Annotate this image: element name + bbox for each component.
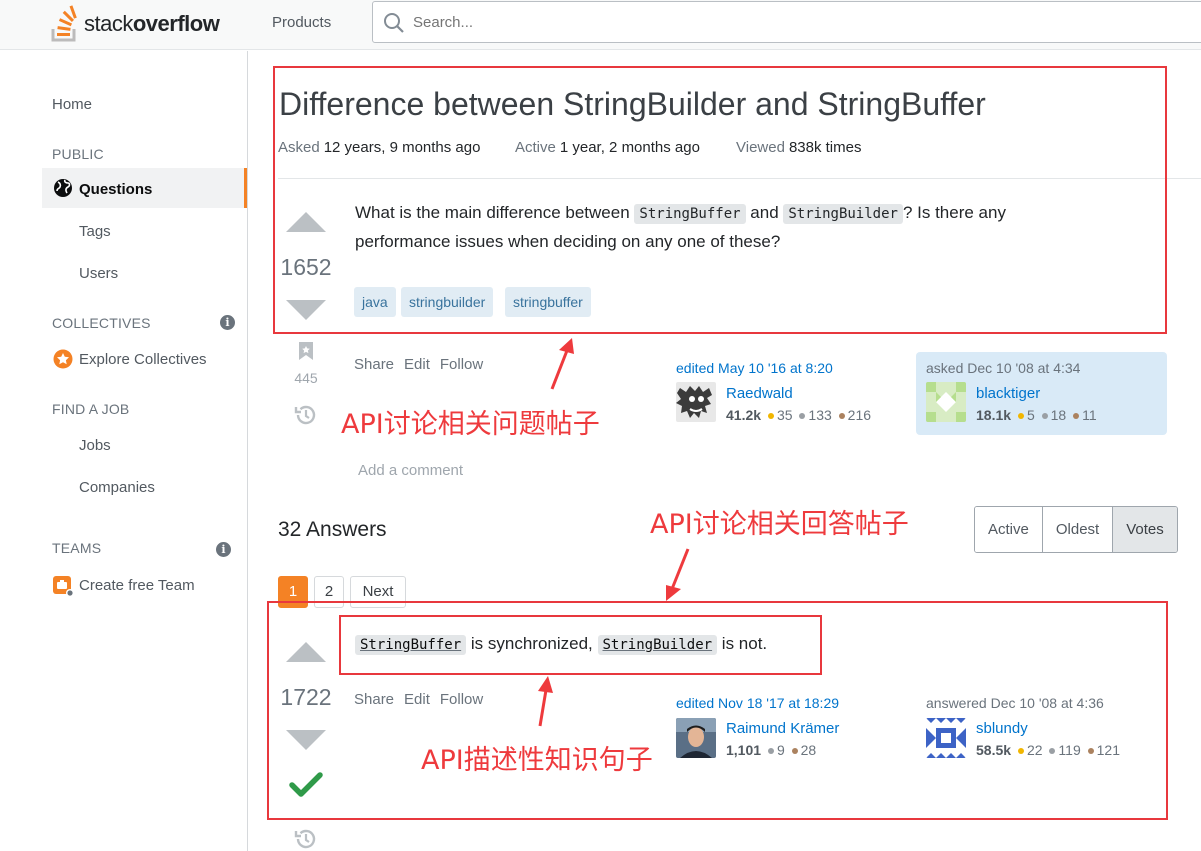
answer-post-annotation-label: API讨论相关回答帖子	[650, 509, 909, 540]
sidebar-item-explore-collectives[interactable]: Explore Collectives	[79, 351, 207, 368]
sidebar-item-companies[interactable]: Companies	[79, 479, 155, 496]
question-post-menu: Share Edit Follow	[354, 356, 493, 373]
blacktiger-reputation: 18.1k 5 18 11	[976, 407, 1097, 423]
teams-info-icon[interactable]: i	[216, 542, 231, 557]
answers-count-heading: 32 Answers	[278, 518, 387, 541]
question-asked-time: asked Dec 10 '08 at 4:34	[926, 360, 1081, 376]
collectives-info-icon[interactable]: i	[220, 315, 235, 330]
raedwald-reputation: 41.2k 35 133 216	[726, 407, 872, 423]
knowledge-sentence-annotation-label: API描述性知识句子	[421, 745, 653, 776]
blacktiger-avatar[interactable]	[926, 382, 966, 422]
answer-sort-group: Active Oldest Votes	[974, 506, 1178, 553]
gold-badge-icon	[1017, 412, 1024, 419]
answer-annotation-arrow	[666, 548, 690, 601]
sidebar-heading-public: PUBLIC	[52, 146, 104, 162]
globe-icon	[54, 179, 72, 197]
sidebar-item-home[interactable]: Home	[52, 96, 92, 113]
search-input[interactable]	[413, 14, 1113, 31]
stackoverflow-logo-icon	[51, 5, 77, 42]
sentence-annotation-arrow	[538, 676, 553, 727]
raedwald-user-link[interactable]: Raedwald	[726, 385, 793, 402]
answer-history-icon[interactable]	[294, 827, 318, 851]
bronze-badge-icon	[838, 412, 845, 419]
bookmark-icon[interactable]	[298, 341, 314, 361]
collectives-star-icon	[53, 349, 73, 369]
sidebar-item-users[interactable]: Users	[79, 265, 118, 282]
bookmark-count: 445	[294, 370, 318, 386]
search-box[interactable]	[372, 1, 1201, 43]
blacktiger-user-link[interactable]: blacktiger	[976, 385, 1040, 402]
knowledge-sentence-annotation-box	[339, 615, 822, 675]
products-menu[interactable]: Products	[262, 14, 341, 31]
history-icon[interactable]	[294, 403, 318, 427]
sidebar-heading-teams: TEAMS	[52, 540, 102, 556]
sidebar-item-questions-label[interactable]: Questions	[79, 181, 152, 198]
sidebar-heading-collectives: COLLECTIVES	[52, 315, 151, 331]
stackoverflow-logo[interactable]: stackoverflow	[50, 4, 220, 44]
sidebar-heading-find-job: FIND A JOB	[52, 401, 130, 417]
team-briefcase-icon	[53, 576, 74, 597]
search-icon	[384, 13, 404, 33]
sort-oldest-button[interactable]: Oldest	[1042, 507, 1114, 552]
sidebar-item-tags[interactable]: Tags	[79, 223, 111, 240]
left-sidebar: Home PUBLIC Questions Tags Users COLLECT…	[0, 51, 248, 851]
share-link[interactable]: Share	[354, 356, 394, 373]
sidebar-item-jobs[interactable]: Jobs	[79, 437, 111, 454]
question-edited-link[interactable]: edited May 10 '16 at 8:20	[676, 360, 833, 376]
follow-link[interactable]: Follow	[440, 356, 483, 373]
question-annotation-arrow	[550, 338, 574, 390]
top-bar: stackoverflow Products	[0, 0, 1201, 50]
silver-badge-icon	[1041, 412, 1048, 419]
logo-text: stackoverflow	[84, 11, 220, 36]
sidebar-item-create-team[interactable]: Create free Team	[79, 577, 195, 594]
add-comment-link[interactable]: Add a comment	[358, 462, 463, 479]
sort-active-button[interactable]: Active	[975, 507, 1043, 552]
bronze-badge-icon	[1073, 412, 1080, 419]
question-post-annotation-box	[273, 66, 1167, 334]
edit-link[interactable]: Edit	[404, 356, 430, 373]
raedwald-avatar[interactable]	[676, 382, 716, 422]
silver-badge-icon	[799, 412, 806, 419]
question-post-annotation-label: API讨论相关问题帖子	[341, 409, 600, 440]
sort-votes-button[interactable]: Votes	[1113, 507, 1177, 552]
gold-badge-icon	[767, 412, 774, 419]
